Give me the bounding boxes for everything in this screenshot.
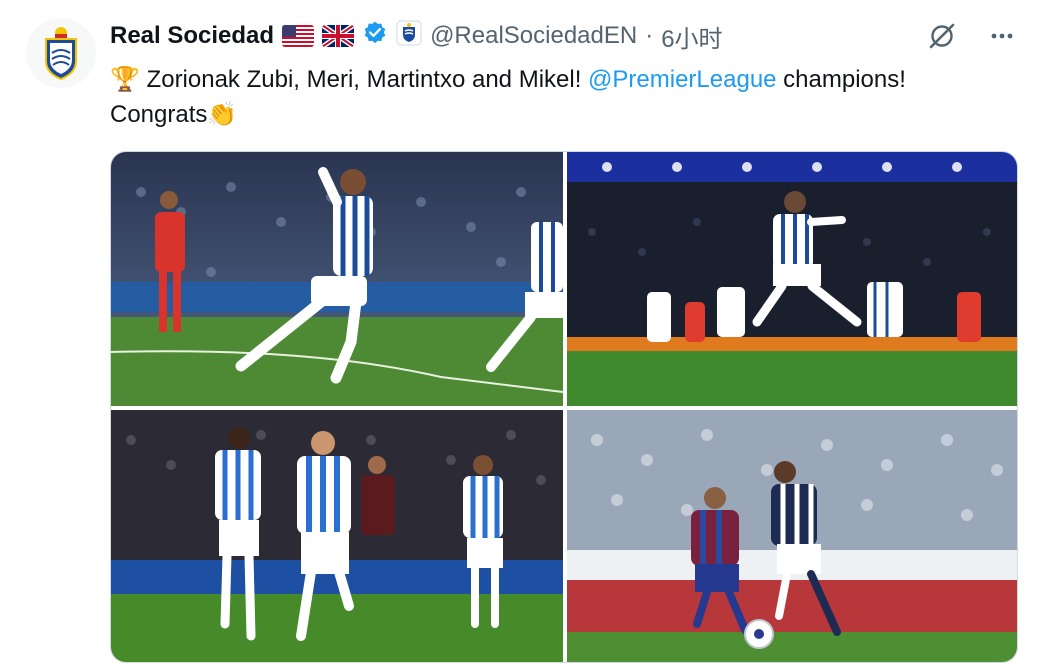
mention-link[interactable]: @PremierLeague <box>588 66 776 93</box>
photo-3-players-running-celebration[interactable] <box>111 410 563 662</box>
tweet-text-line-2: Congrats <box>110 101 208 128</box>
separator-dot: · <box>645 22 654 49</box>
account-handle[interactable]: @RealSociedadEN <box>430 22 637 50</box>
media-grid <box>110 151 1018 663</box>
uk-flag-icon <box>322 25 355 47</box>
photo-1-player-celebrating-fist[interactable] <box>111 152 563 406</box>
avatar[interactable] <box>26 18 96 88</box>
tweet-text: 🏆 Zorionak Zubi, Meri, Martintxo and Mik… <box>110 62 1010 132</box>
account-name[interactable]: Real Sociedad <box>110 22 274 50</box>
tweet-text-part-1: Zorionak Zubi, Meri, Martintxo and Mikel… <box>139 66 589 93</box>
timestamp[interactable]: 6小时 <box>661 19 722 54</box>
club-crest-icon <box>45 27 77 81</box>
more-options-icon[interactable] <box>986 20 1018 52</box>
tweet-header: Real Sociedad @RealSociedadEN · 6小时 <box>110 19 723 54</box>
photo-4-players-chasing-ball[interactable] <box>567 410 1017 662</box>
photo-2-player-jumping-celebration[interactable] <box>567 152 1017 406</box>
tweet-card[interactable]: Real Sociedad @RealSociedadEN · 6小时 🏆 Zo… <box>0 0 1038 672</box>
trophy-emoji: 🏆 <box>110 66 140 93</box>
us-flag-icon <box>282 25 315 47</box>
clapping-emoji: 👏 <box>207 101 238 128</box>
grok-icon[interactable] <box>926 20 958 52</box>
affiliate-badge-icon[interactable] <box>396 20 422 53</box>
tweet-actions <box>926 20 1018 52</box>
verified-badge-icon[interactable] <box>362 20 388 53</box>
tweet-text-part-2: champions! <box>776 66 906 93</box>
